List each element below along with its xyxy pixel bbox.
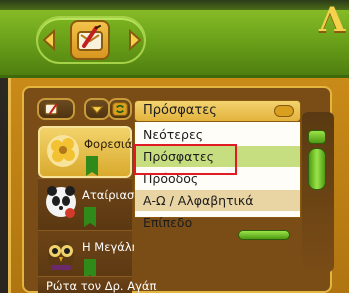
chevron-down-icon (89, 105, 105, 115)
chevron-left-icon[interactable] (40, 28, 58, 52)
sort-dropdown[interactable]: Πρόσφατες (134, 100, 301, 122)
title-glyph: Λ (319, 0, 346, 40)
panda-icon (42, 183, 80, 221)
quest-name: Ρώτα τον Δρ. Αγάπ (46, 279, 157, 293)
quest-row[interactable]: Ρώτα τον Δρ. Αγάπ (38, 276, 156, 293)
filter-dropdown-button[interactable] (84, 98, 110, 120)
top-band (0, 0, 349, 10)
ribbon-icon (84, 259, 96, 279)
ribbon-icon (84, 207, 96, 227)
dropdown-option[interactable]: Α-Ω / Αλφαβητικά (135, 190, 300, 211)
sort-button[interactable] (37, 98, 75, 120)
quest-row[interactable]: Φορεσιά (38, 126, 132, 178)
chevron-up-icon (274, 105, 294, 117)
ribbon-icon (86, 156, 98, 176)
refresh-icon (112, 101, 128, 117)
scroll-thumb[interactable] (308, 148, 326, 190)
refresh-button[interactable] (108, 98, 132, 120)
bottom-slider[interactable] (238, 230, 290, 240)
quest-row[interactable]: Αταίριαστ (38, 178, 134, 230)
sort-dropdown-value: Πρόσφατες (143, 103, 217, 118)
quest-name: Η Μεγάλη (82, 240, 134, 254)
selection-highlight (134, 144, 237, 175)
owl-icon (42, 235, 80, 273)
book-feather-icon (44, 103, 58, 115)
quest-row[interactable]: Η Μεγάλη (38, 230, 134, 282)
scroll-up-button[interactable] (308, 130, 326, 144)
flower-icon (44, 132, 82, 170)
quest-name: Αταίριαστ (82, 188, 134, 202)
quest-book-icon[interactable] (70, 20, 110, 60)
quest-name: Φορεσιά (84, 137, 133, 151)
chevron-right-icon[interactable] (126, 28, 144, 52)
dropdown-option[interactable]: Νεότερες (135, 124, 300, 145)
